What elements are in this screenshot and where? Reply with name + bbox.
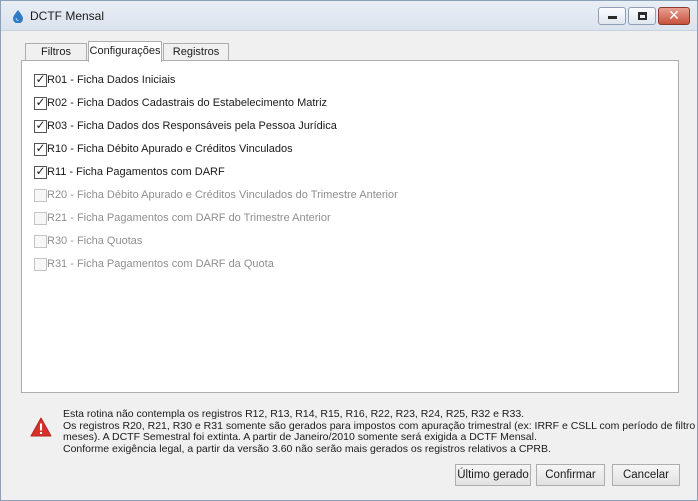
record-label: R20 - Ficha Débito Apurado e Créditos Vi… [47, 189, 398, 201]
minimize-icon [608, 16, 617, 19]
record-label: R11 - Ficha Pagamentos com DARF [47, 166, 225, 178]
app-drop-icon [13, 10, 23, 23]
record-checkbox [34, 189, 47, 202]
minimize-button[interactable] [598, 7, 626, 25]
cancel-button[interactable]: Cancelar [612, 464, 680, 486]
checkmark-icon: ✓ [35, 164, 46, 178]
info-line: Conforme exigência legal, a partir da ve… [63, 442, 551, 455]
window-title: DCTF Mensal [30, 9, 105, 23]
record-checkbox[interactable]: ✓ [34, 141, 47, 156]
record-checkbox [34, 235, 47, 248]
record-label: R03 - Ficha Dados dos Responsáveis pela … [47, 120, 337, 132]
checkmark-icon: ✓ [35, 72, 46, 86]
tab-filtros[interactable]: Filtros [25, 43, 87, 61]
record-label: R30 - Ficha Quotas [47, 235, 143, 247]
record-label: R21 - Ficha Pagamentos com DARF do Trime… [47, 212, 331, 224]
confirm-button[interactable]: Confirmar [536, 464, 605, 486]
maximize-button[interactable] [628, 7, 656, 25]
info-line: meses). A DCTF Semestral foi extinta. A … [63, 431, 537, 443]
tab-registros[interactable]: Registros [163, 43, 229, 61]
title-bar[interactable]: DCTF Mensal ✕ [1, 1, 697, 31]
maximize-icon [638, 12, 647, 20]
record-label: R02 - Ficha Dados Cadastrais do Estabele… [47, 97, 328, 109]
info-text: Esta rotina não contempla os registros R… [63, 408, 698, 455]
info-notice: Esta rotina não contempla os registros R… [21, 406, 698, 461]
close-icon: ✕ [668, 8, 680, 24]
record-label: R01 - Ficha Dados Iniciais [47, 74, 176, 86]
record-checkbox[interactable]: ✓ [34, 118, 47, 133]
close-button[interactable]: ✕ [658, 7, 690, 25]
record-checkbox [34, 258, 47, 271]
last-generated-button[interactable]: Último gerado [455, 464, 531, 486]
record-checkbox[interactable]: ✓ [34, 164, 47, 179]
checkmark-icon: ✓ [35, 95, 46, 109]
tab-configuracoes[interactable]: Configurações [88, 41, 162, 62]
configuracoes-panel: ✓ R01 - Ficha Dados Iniciais ✓ R02 - Fic… [21, 60, 679, 393]
record-checkbox[interactable]: ✓ [34, 95, 47, 110]
dctf-window: DCTF Mensal ✕ Filtros Configurações Regi… [0, 0, 698, 501]
record-label: R10 - Ficha Débito Apurado e Créditos Vi… [47, 143, 293, 155]
info-line: Esta rotina não contempla os registros R… [63, 408, 525, 420]
checkmark-icon: ✓ [35, 141, 46, 155]
record-checkbox [34, 212, 47, 225]
checkmark-icon: ✓ [35, 118, 46, 132]
warning-icon [30, 417, 52, 437]
record-checkbox[interactable]: ✓ [34, 72, 47, 87]
record-label: R31 - Ficha Pagamentos com DARF da Quota [47, 258, 274, 270]
